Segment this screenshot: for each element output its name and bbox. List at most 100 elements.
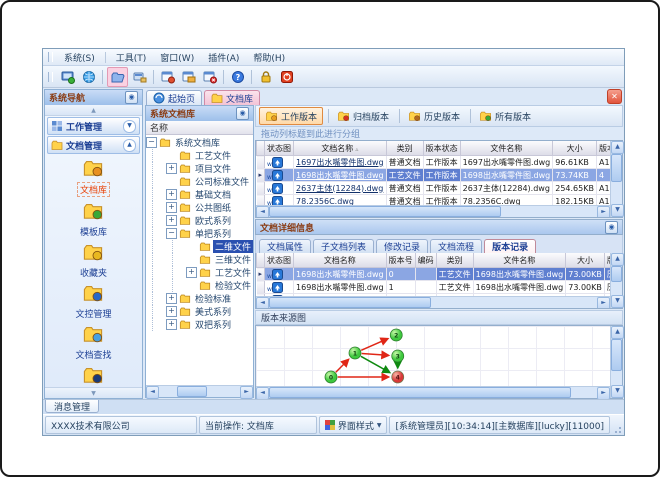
version-node-4[interactable]: 4 xyxy=(391,370,405,384)
cell[interactable]: A1 xyxy=(596,181,610,195)
cell[interactable]: 73.00KB xyxy=(565,267,605,281)
scroll-up-icon[interactable]: ▲ xyxy=(611,141,624,154)
toolbar-grip[interactable] xyxy=(48,71,53,82)
sidebar-item-文控管理[interactable]: 文控管理 xyxy=(75,283,112,320)
toolbar-button-3[interactable] xyxy=(107,66,128,87)
tree-node-系统文档库[interactable]: − 系统文档库 xyxy=(146,136,253,149)
toolbar-button-9[interactable] xyxy=(256,68,275,86)
column-header-版本号[interactable]: 版本号 xyxy=(385,253,416,268)
column-header-类别[interactable]: 类别 xyxy=(435,253,474,268)
tree-node-二维文件[interactable]: 二维文件 xyxy=(146,240,253,253)
column-header-大小[interactable]: 大小 xyxy=(565,253,605,268)
toolbar-button-4[interactable] xyxy=(130,68,149,86)
version-button-归档版本[interactable]: 归档版本 xyxy=(332,108,394,124)
cell[interactable]: 1698出水嘴零件图.dwg xyxy=(473,267,567,281)
version-button-历史版本[interactable]: 历史版本 xyxy=(403,108,465,124)
cell[interactable]: 工艺文件 xyxy=(436,267,474,281)
cell[interactable]: 工作版本 xyxy=(423,181,461,195)
cell[interactable]: 普通文档 xyxy=(386,194,424,205)
cell[interactable]: 工作版本 xyxy=(423,155,461,169)
tree-column-header[interactable]: 名称 xyxy=(146,121,253,135)
toolbar-button-2[interactable] xyxy=(79,68,98,86)
menubar-grip[interactable] xyxy=(48,52,53,62)
version-node-2[interactable]: 2 xyxy=(389,328,403,342)
scroll-down-icon[interactable]: ▼ xyxy=(611,295,624,308)
cell[interactable]: 78.2356C.dwg xyxy=(460,194,554,205)
collapse-icon[interactable]: − xyxy=(166,228,177,239)
collapse-icon[interactable]: − xyxy=(146,137,157,148)
grid1-vertical-scrollbar[interactable]: ▲ ▼ xyxy=(610,141,624,217)
expand-icon[interactable]: + xyxy=(166,215,177,226)
cell[interactable] xyxy=(415,280,437,294)
cell[interactable]: 182.15KB xyxy=(552,194,597,205)
sidebar-section-工作管理[interactable]: 工作管理 ▼ xyxy=(47,117,140,135)
sidebar-item-收藏夹[interactable]: 收藏夹 xyxy=(80,242,107,279)
expand-icon[interactable]: + xyxy=(166,189,177,200)
column-header-文件名称[interactable]: 文件名称 xyxy=(472,253,567,268)
cell[interactable]: A1 xyxy=(596,155,610,169)
document-name-cell[interactable]: 2637主体(12284).dwg xyxy=(293,181,387,195)
pin-icon[interactable]: ◉ xyxy=(125,91,138,104)
cell[interactable] xyxy=(415,267,437,281)
column-header-类别[interactable]: 类别 xyxy=(385,141,424,156)
table-row[interactable]: ▸ w 1698出水嘴零件图.dwg 工艺文件 工作版本 1698出水嘴零件图.dwg 73… xyxy=(256,168,610,182)
version-button-工作版本[interactable]: 工作版本 xyxy=(259,107,324,125)
toolbar-button-5[interactable] xyxy=(158,68,177,86)
cell[interactable]: 普通文档 xyxy=(386,155,424,169)
grid1-horizontal-scrollbar[interactable]: ◄ ► xyxy=(256,205,610,217)
status-icon[interactable]: w xyxy=(264,280,295,294)
pin-icon[interactable]: ◉ xyxy=(236,107,249,120)
cell[interactable]: A1 xyxy=(596,194,610,205)
tree-node-基础文档[interactable]: + 基础文档 xyxy=(146,188,253,201)
collapse-strip-bottom[interactable]: ▼ xyxy=(45,387,142,398)
interface-style-selector[interactable]: 界面样式 ▼ xyxy=(318,416,388,434)
toolbar-button-1[interactable] xyxy=(58,68,77,86)
menu-item-1[interactable]: 系统(S) xyxy=(57,50,102,65)
grid2-horizontal-scrollbar[interactable]: ◄ ► xyxy=(256,296,610,308)
expand-icon[interactable]: + xyxy=(166,293,177,304)
tree-node-单把系列[interactable]: − 单把系列 xyxy=(146,227,253,240)
expand-icon[interactable]: + xyxy=(166,306,177,317)
cell[interactable]: 1 xyxy=(386,280,416,294)
tree-node-工艺文件[interactable]: 工艺文件 xyxy=(146,149,253,162)
status-icon[interactable]: w xyxy=(264,155,295,169)
sidebar-item-文档库[interactable]: 文档库 xyxy=(76,158,110,197)
version-source-graph[interactable]: 0 1 2 3 4 xyxy=(256,326,610,386)
table-row[interactable]: w 2637主体(12284).dwg 普通文档 工作版本 2637主体(12284).… xyxy=(256,181,610,195)
toolbar-button-8[interactable]: ? xyxy=(228,68,247,86)
detail-tab-文档属性[interactable]: 文档属性 xyxy=(259,239,312,253)
chevron-down-icon[interactable]: ▼ xyxy=(123,119,136,133)
cell[interactable]: 工艺文件 xyxy=(436,280,474,294)
cell[interactable]: 0 xyxy=(386,267,416,281)
status-icon[interactable]: w xyxy=(264,194,295,205)
cell[interactable]: 工作版本 xyxy=(423,168,461,182)
expand-icon[interactable]: + xyxy=(166,163,177,174)
column-header-文档名称[interactable]: 文档名称 ▵ xyxy=(293,141,387,156)
tree-node-项目文件[interactable]: + 项目文件 xyxy=(146,162,253,175)
document-name-cell[interactable]: 1698出水嘴零件图.dwg xyxy=(293,168,387,182)
scroll-left-icon[interactable]: ◄ xyxy=(146,386,159,399)
expand-icon[interactable]: + xyxy=(166,202,177,213)
chevron-up-icon[interactable]: ▲ xyxy=(123,138,136,152)
table-row[interactable]: w 78.2356C.dwg 普通文档 工作版本 78.2356C.dwg 182.15K… xyxy=(256,194,610,205)
detail-tab-修改记录[interactable]: 修改记录 xyxy=(376,239,429,253)
column-header-版本状态[interactable]: 版本状态 xyxy=(422,141,461,156)
version-node-0[interactable]: 0 xyxy=(324,370,338,384)
column-header-文档名称[interactable]: 文档名称 xyxy=(293,253,387,268)
column-header-文件名称[interactable]: 文件名称 xyxy=(459,141,554,156)
scroll-left-icon[interactable]: ◄ xyxy=(256,206,269,217)
menu-item-5[interactable]: 帮助(H) xyxy=(246,50,292,65)
toolbar-button-6[interactable] xyxy=(179,68,198,86)
table-row[interactable]: ▸ w 1698出水嘴零件图.dwg 0 工艺文件 1698出水嘴零件图.dwg 73.00… xyxy=(256,267,610,281)
column-header-状态图[interactable]: 状态图 xyxy=(264,141,295,156)
version-node-3[interactable]: 3 xyxy=(391,349,405,363)
sidebar-section-文档管理[interactable]: 文档管理 ▲ xyxy=(47,136,140,154)
graph-vertical-scrollbar[interactable]: ▲ ▼ xyxy=(610,326,624,398)
cell[interactable]: 96.61KB xyxy=(552,155,597,169)
expand-icon[interactable]: + xyxy=(186,267,197,278)
cell[interactable]: 1698出水嘴零件图.dwg xyxy=(473,280,567,294)
cell[interactable]: 1698出水嘴零件图.dwg xyxy=(293,267,387,281)
scroll-up-icon[interactable]: ▲ xyxy=(611,326,624,339)
cell[interactable]: 普通文档 xyxy=(386,181,424,195)
detail-tab-子文档列表[interactable]: 子文档列表 xyxy=(313,239,375,253)
